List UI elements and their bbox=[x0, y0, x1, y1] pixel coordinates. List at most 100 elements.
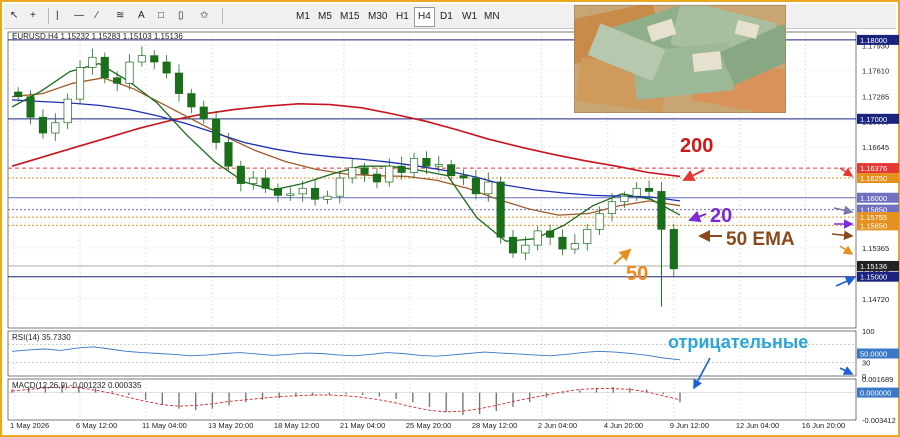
timeframe-m15[interactable]: M15 bbox=[336, 7, 363, 27]
shapes-icon[interactable]: ✩ bbox=[200, 7, 208, 25]
candle-body bbox=[298, 187, 307, 195]
trendline-icon[interactable]: ∕ bbox=[96, 7, 98, 25]
candle-body bbox=[397, 165, 406, 173]
candle-body bbox=[88, 56, 97, 68]
ma-line-blue bbox=[11, 99, 681, 202]
price-tick-label: 1.16645 bbox=[862, 143, 889, 152]
vertical-line-icon[interactable]: | bbox=[56, 7, 59, 25]
rsi-header: RSI(14) 35.7330 bbox=[12, 333, 71, 342]
candle-body bbox=[669, 228, 678, 270]
candle-body bbox=[632, 187, 641, 197]
arrow-right-blue bbox=[835, 276, 856, 287]
price-level-tag-label: 1.15136 bbox=[860, 262, 887, 271]
arrow-right-orange bbox=[839, 245, 854, 255]
candle-body bbox=[422, 157, 431, 167]
candle-body bbox=[645, 187, 654, 192]
rsi-tag-label: 50.0000 bbox=[860, 350, 887, 359]
timeframe-w1[interactable]: W1 bbox=[458, 7, 481, 27]
macd-tick-label: -0.003412 bbox=[862, 416, 896, 425]
candle-body bbox=[459, 175, 468, 179]
price-level-tag-label: 1.15650 bbox=[860, 221, 887, 230]
timeframe-m5[interactable]: M5 bbox=[314, 7, 336, 27]
price-tick-label: 1.15365 bbox=[862, 244, 889, 253]
rsi-tick-label: 100 bbox=[862, 327, 875, 336]
macd-header: MACD(12,26,9) -0.001232 0.000335 bbox=[12, 381, 142, 390]
timeframe-h4[interactable]: H4 bbox=[414, 7, 435, 27]
candle-body bbox=[570, 243, 579, 250]
label-50-ema: 50 EMA bbox=[726, 229, 795, 250]
time-tick-label: 4 Jun 20:00 bbox=[604, 421, 643, 430]
candle-body bbox=[224, 142, 233, 167]
candle-body bbox=[14, 91, 23, 98]
candle-body bbox=[75, 67, 85, 100]
macd-tag-label: 0.000000 bbox=[860, 389, 891, 398]
object-icon[interactable]: ▯ bbox=[178, 7, 184, 25]
candle-body bbox=[583, 228, 592, 244]
arrow-50 bbox=[613, 248, 632, 265]
candle-body bbox=[162, 61, 171, 74]
price-axis: 1.179301.176101.172851.169651.166451.163… bbox=[857, 34, 899, 304]
money-photo bbox=[574, 5, 786, 113]
candle-body bbox=[125, 61, 134, 84]
candle-body bbox=[496, 181, 505, 238]
label-negative: отрицательные bbox=[668, 332, 808, 352]
price-tick-label: 1.17610 bbox=[862, 67, 889, 76]
candle-body bbox=[38, 116, 47, 134]
timeframe-d1[interactable]: D1 bbox=[436, 7, 457, 27]
price-level-tag-label: 1.15000 bbox=[860, 273, 887, 282]
cursor-icon[interactable]: ↖ bbox=[10, 7, 18, 25]
macd-tick-label: 0.001689 bbox=[862, 375, 893, 384]
candle-body bbox=[348, 167, 357, 179]
time-axis: 1 May 2026 6 May 12:00 11 May 04:00 13 May … bbox=[10, 421, 845, 430]
arrow-right-brown bbox=[831, 230, 854, 240]
candle-body bbox=[546, 230, 555, 238]
candle-body bbox=[471, 177, 480, 195]
candle-body bbox=[323, 195, 332, 200]
time-tick-label: 6 May 12:00 bbox=[76, 421, 117, 430]
time-tick-label: 28 May 12:00 bbox=[472, 421, 517, 430]
time-tick-label: 13 May 20:00 bbox=[208, 421, 253, 430]
candle-body bbox=[372, 173, 381, 183]
rectangle-icon[interactable]: □ bbox=[158, 7, 164, 25]
crosshair-icon[interactable]: + bbox=[30, 7, 36, 25]
equidistant-channel-icon[interactable]: ≋ bbox=[116, 7, 124, 25]
price-level-tag-label: 1.16250 bbox=[860, 174, 887, 183]
timeframe-h1[interactable]: H1 bbox=[392, 7, 413, 27]
candle-body bbox=[508, 236, 518, 254]
candle-body bbox=[150, 55, 159, 63]
timeframe-m30[interactable]: M30 bbox=[364, 7, 391, 27]
candle-body bbox=[113, 77, 122, 84]
price-level-tag-label: 1.17000 bbox=[860, 115, 887, 124]
price-tick-label: 1.17285 bbox=[862, 92, 889, 101]
candle-body bbox=[212, 118, 221, 143]
candle-body bbox=[434, 164, 443, 167]
candle-body bbox=[261, 177, 270, 189]
candle-body bbox=[484, 181, 493, 195]
time-tick-label: 18 May 12:00 bbox=[274, 421, 319, 430]
candle-body bbox=[595, 213, 604, 230]
label-20: 20 bbox=[710, 205, 732, 227]
time-tick-label: 2 Jun 04:00 bbox=[538, 421, 577, 430]
label-50: 50 bbox=[626, 263, 648, 285]
candle-body bbox=[533, 230, 542, 246]
candle-body bbox=[335, 177, 344, 197]
time-tick-label: 1 May 2026 bbox=[10, 421, 49, 430]
candle-body bbox=[409, 157, 419, 173]
time-tick-label: 12 Jun 04:00 bbox=[736, 421, 779, 430]
candle-body bbox=[26, 96, 35, 118]
candle-body bbox=[311, 187, 320, 200]
text-label-icon[interactable]: A bbox=[138, 7, 145, 25]
rsi-tick-label: 30 bbox=[862, 359, 870, 368]
timeframe-m1[interactable]: M1 bbox=[292, 7, 314, 27]
candle-body bbox=[360, 167, 369, 175]
candle-body bbox=[174, 72, 184, 94]
time-tick-label: 11 May 04:00 bbox=[142, 421, 187, 430]
candle-body bbox=[385, 165, 394, 183]
timeframe-mn[interactable]: MN bbox=[480, 7, 504, 27]
horizontal-line-icon[interactable]: — bbox=[74, 7, 84, 25]
arrow-rsi bbox=[839, 366, 854, 375]
candle-body bbox=[199, 106, 208, 120]
candle-body bbox=[236, 165, 245, 184]
candle-body bbox=[63, 98, 72, 124]
time-tick-label: 25 May 20:00 bbox=[406, 421, 451, 430]
